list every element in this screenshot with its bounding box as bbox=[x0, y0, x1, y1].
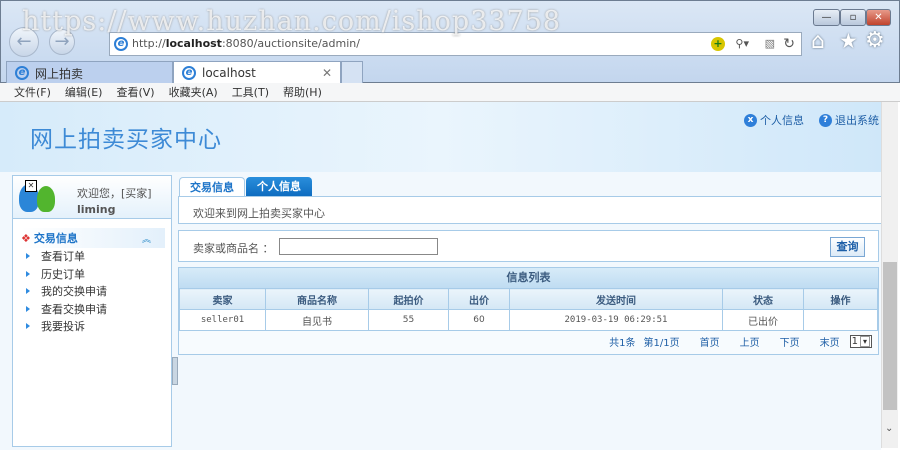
profile-link[interactable]: x 个人信息 bbox=[744, 112, 804, 128]
search-icon[interactable]: ⚲▾ bbox=[735, 33, 749, 55]
sidebar: ✕ 欢迎您，[买家] liming ❖ 交易信息 ︽ 查看订单 历史订单 我的交… bbox=[12, 175, 172, 447]
col-start-price: 起拍价 bbox=[368, 288, 449, 310]
col-item-name: 商品名称 bbox=[265, 288, 369, 310]
section-title: 交易信息 bbox=[33, 232, 78, 245]
pager: 共1条 第1/1页 首页 上页 下页 末页 1 ▾ bbox=[179, 331, 878, 349]
section-icon: ❖ bbox=[21, 231, 31, 245]
menu-help[interactable]: 帮助(H) bbox=[283, 83, 322, 101]
new-tab-button[interactable] bbox=[341, 61, 363, 84]
menu-tools[interactable]: 工具(T) bbox=[232, 83, 269, 101]
search-input[interactable] bbox=[279, 238, 438, 255]
logout-link-label: 退出系统 bbox=[835, 114, 879, 127]
menu-edit[interactable]: 编辑(E) bbox=[65, 83, 103, 101]
pager-first[interactable]: 首页 bbox=[700, 334, 720, 349]
menu-view[interactable]: 查看(V) bbox=[116, 83, 154, 101]
broken-image-icon: ✕ bbox=[25, 180, 37, 192]
cell-time: 2019-03-19 06:29:51 bbox=[509, 309, 723, 331]
search-label: 卖家或商品名 ： bbox=[193, 242, 274, 255]
ie-icon: e bbox=[114, 37, 128, 51]
help-icon: ? bbox=[819, 113, 832, 127]
sidebar-item-history[interactable]: 历史订单 bbox=[13, 266, 171, 284]
close-window-button[interactable]: ✕ bbox=[866, 9, 891, 26]
welcome-box: 欢迎来到网上拍卖买家中心 bbox=[178, 196, 888, 224]
avatar-icon-2 bbox=[37, 186, 55, 212]
close-tab-icon[interactable]: ✕ bbox=[322, 66, 332, 80]
back-button[interactable]: ← bbox=[9, 27, 39, 57]
splitter-handle[interactable] bbox=[172, 357, 178, 385]
table-header-row: 卖家 商品名称 起拍价 出价 发送时间 状态 操作 bbox=[179, 288, 878, 310]
search-button[interactable]: 查询 bbox=[830, 237, 865, 257]
search-box: 卖家或商品名 ： 查询 bbox=[178, 230, 879, 262]
sidebar-item-complaint[interactable]: 我要投诉 bbox=[13, 318, 171, 336]
scrollbar-thumb[interactable] bbox=[883, 262, 897, 410]
logout-link[interactable]: ? 退出系统 bbox=[819, 112, 879, 128]
browser-chrome: ← → e http://localhost:8080/auctionsite/… bbox=[0, 0, 900, 84]
settings-gear-icon[interactable]: ⚙ bbox=[865, 28, 885, 53]
col-status: 状态 bbox=[722, 288, 804, 310]
vertical-scrollbar[interactable]: ⌄ bbox=[881, 102, 898, 448]
minimize-button[interactable]: — bbox=[813, 9, 840, 26]
page-select[interactable]: 1 ▾ bbox=[849, 335, 872, 348]
address-bar[interactable]: e http://localhost:8080/auctionsite/admi… bbox=[109, 32, 802, 56]
pager-total: 共1条 bbox=[609, 338, 636, 349]
url-host: localhost bbox=[165, 37, 222, 50]
info-table: 卖家 商品名称 起拍价 出价 发送时间 状态 操作 seller01 自见书 5… bbox=[179, 288, 878, 331]
cell-bid: 60 bbox=[448, 309, 510, 331]
tab-label: localhost bbox=[202, 66, 256, 80]
url-prefix: http:// bbox=[132, 37, 166, 50]
home-icon[interactable]: ⌂ bbox=[811, 29, 825, 54]
pager-prev[interactable]: 上页 bbox=[740, 334, 760, 349]
welcome-text: 欢迎您，[买家] bbox=[77, 187, 152, 200]
compat-view-icon[interactable]: ▧ bbox=[765, 33, 775, 55]
tab-trade-info[interactable]: 交易信息 bbox=[179, 177, 245, 196]
forward-button[interactable]: → bbox=[49, 29, 75, 55]
tab-localhost[interactable]: e localhost ✕ bbox=[173, 61, 341, 84]
tab-personal-info[interactable]: 个人信息 bbox=[246, 177, 312, 196]
pager-next[interactable]: 下页 bbox=[780, 334, 800, 349]
site-title: 网上拍卖买家中心 bbox=[30, 127, 222, 153]
header-banner: 网上拍卖买家中心 x 个人信息 ? 退出系统 bbox=[0, 102, 881, 172]
menu-favorites[interactable]: 收藏夹(A) bbox=[169, 83, 218, 101]
cell-action[interactable] bbox=[803, 309, 878, 331]
tab-label: 网上拍卖 bbox=[35, 66, 84, 81]
cell-start-price: 55 bbox=[368, 309, 449, 331]
cell-seller: seller01 bbox=[179, 309, 266, 331]
sidebar-item-view-exchange[interactable]: 查看交换申请 bbox=[13, 301, 171, 319]
maximize-button[interactable]: ▫ bbox=[840, 9, 866, 26]
menu-file[interactable]: 文件(F) bbox=[14, 83, 51, 101]
col-seller: 卖家 bbox=[179, 288, 266, 310]
chevron-down-icon: ▾ bbox=[859, 336, 870, 347]
pager-last[interactable]: 末页 bbox=[820, 334, 840, 349]
page-select-value: 1 bbox=[851, 336, 858, 347]
page: 网上拍卖买家中心 x 个人信息 ? 退出系统 ✕ 欢迎您，[买家] liming ❖… bbox=[0, 102, 888, 450]
pager-page: 第1/1页 bbox=[643, 338, 680, 349]
scroll-down-icon[interactable]: ⌄ bbox=[885, 423, 893, 434]
sidebar-item-my-exchange[interactable]: 我的交换申请 bbox=[13, 283, 171, 301]
cell-status: 已出价 bbox=[722, 309, 804, 331]
col-bid: 出价 bbox=[448, 288, 510, 310]
table-title: 信息列表 bbox=[179, 268, 878, 288]
profile-icon: x bbox=[744, 113, 757, 127]
favorites-icon[interactable]: ★ bbox=[839, 29, 858, 53]
tab-wangshang[interactable]: e 网上拍卖 bbox=[6, 61, 173, 84]
cell-item-name: 自见书 bbox=[265, 309, 369, 331]
info-table-panel: 信息列表 卖家 商品名称 起拍价 出价 发送时间 状态 操作 seller01 … bbox=[178, 267, 879, 355]
username: liming bbox=[77, 203, 116, 216]
sidebar-item-orders[interactable]: 查看订单 bbox=[13, 248, 171, 266]
ie-icon: e bbox=[182, 66, 196, 80]
refresh-icon[interactable]: ↻ bbox=[783, 33, 795, 55]
user-box: ✕ 欢迎您，[买家] liming bbox=[13, 176, 171, 219]
sidebar-section-header[interactable]: ❖ 交易信息 ︽ bbox=[21, 228, 165, 248]
profile-link-label: 个人信息 bbox=[760, 114, 804, 127]
addon-icon[interactable]: + bbox=[711, 37, 725, 51]
ie-icon: e bbox=[15, 66, 29, 80]
col-time: 发送时间 bbox=[509, 288, 723, 310]
collapse-icon[interactable]: ︽ bbox=[142, 232, 151, 245]
url-path: :8080/auctionsite/admin/ bbox=[221, 37, 360, 50]
col-action: 操作 bbox=[803, 288, 878, 310]
table-row: seller01 自见书 55 60 2019-03-19 06:29:51 已… bbox=[179, 309, 878, 331]
menu-bar: 文件(F) 编辑(E) 查看(V) 收藏夹(A) 工具(T) 帮助(H) bbox=[0, 83, 900, 102]
